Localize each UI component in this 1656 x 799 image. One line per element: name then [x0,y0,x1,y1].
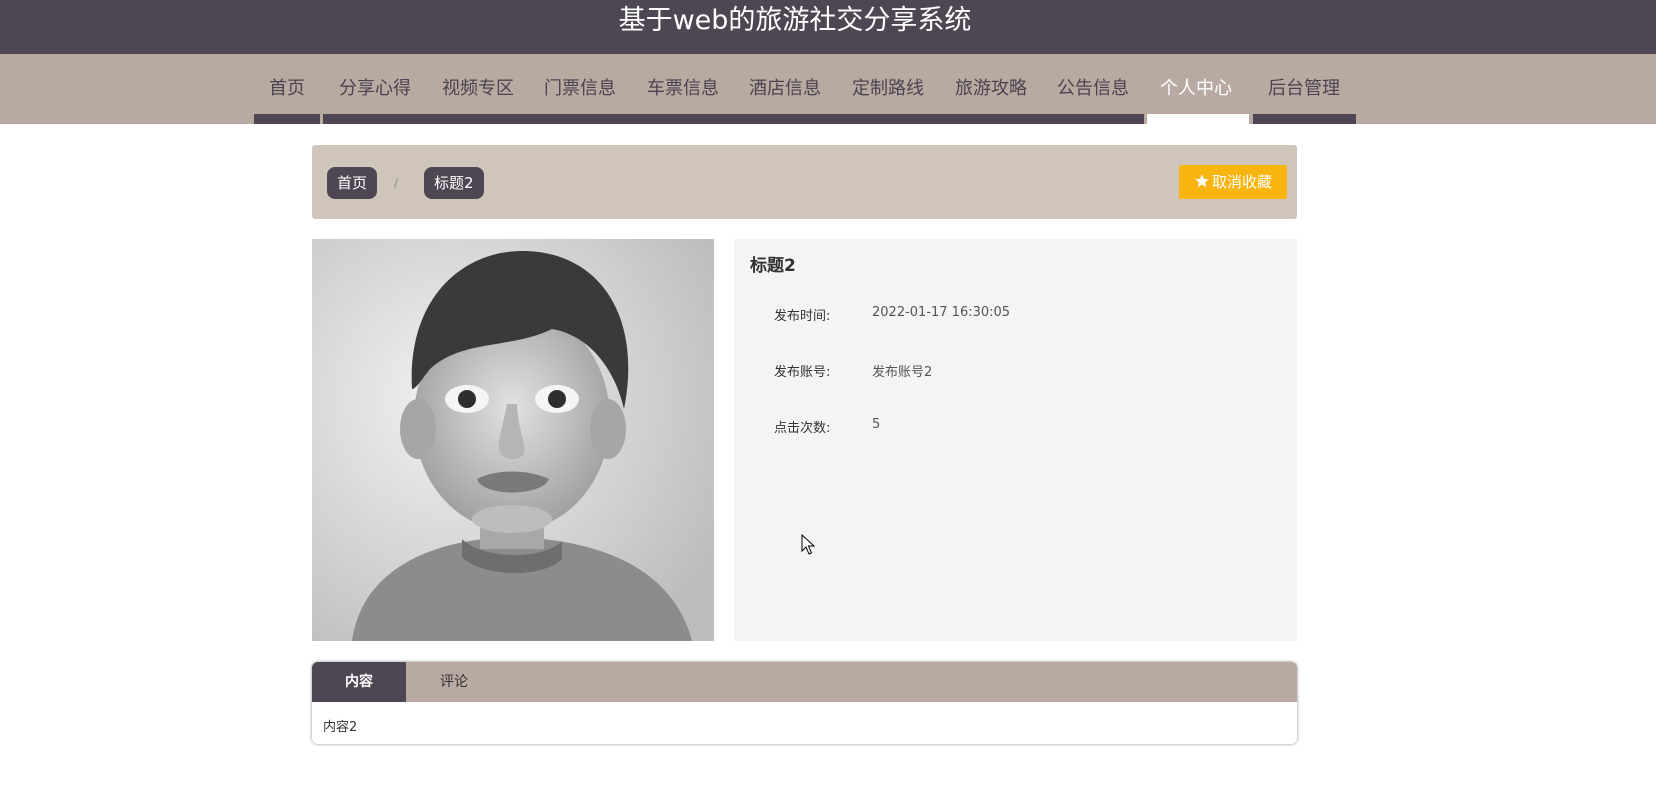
tabs-bar: 内容 评论 [312,662,1297,702]
post-title: 标题2 [750,256,796,276]
site-header: 基于web的旅游社交分享系统 [0,0,1656,54]
tab-content-text: 内容2 [323,720,358,735]
post-info-panel: 标题2 发布时间: 2022-01-17 16:30:05 发布账号: 发布账号… [734,239,1297,641]
clicks-label: 点击次数: [774,421,831,436]
account-label: 发布账号: [774,365,831,380]
nav-underline [254,114,320,124]
nav-underline [1253,114,1356,124]
breadcrumb-current[interactable]: 标题2 [424,167,484,199]
content-tabs: 内容 评论 内容2 [312,662,1297,744]
tab-content[interactable]: 内容 [312,662,406,702]
clicks-value: 5 [872,417,881,432]
breadcrumb-separator: / [394,176,399,190]
mouse-cursor-icon [801,534,815,555]
cancel-favorite-button[interactable]: 取消收藏 [1179,165,1287,199]
breadcrumb-home[interactable]: 首页 [327,167,378,199]
star-icon [1194,174,1210,189]
cancel-favorite-label: 取消收藏 [1211,173,1272,191]
account-value: 发布账号2 [872,365,933,380]
tab-comments[interactable]: 评论 [407,662,501,702]
publish-time-value: 2022-01-17 16:30:05 [872,305,1011,320]
site-title: 基于web的旅游社交分享系统 [618,5,972,36]
nav-underline [323,114,1144,124]
nav-active-indicator [1147,114,1249,124]
post-photo [312,239,714,641]
publish-time-label: 发布时间: [774,309,831,324]
breadcrumb: 首页 / 标题2 取消收藏 [312,145,1297,219]
